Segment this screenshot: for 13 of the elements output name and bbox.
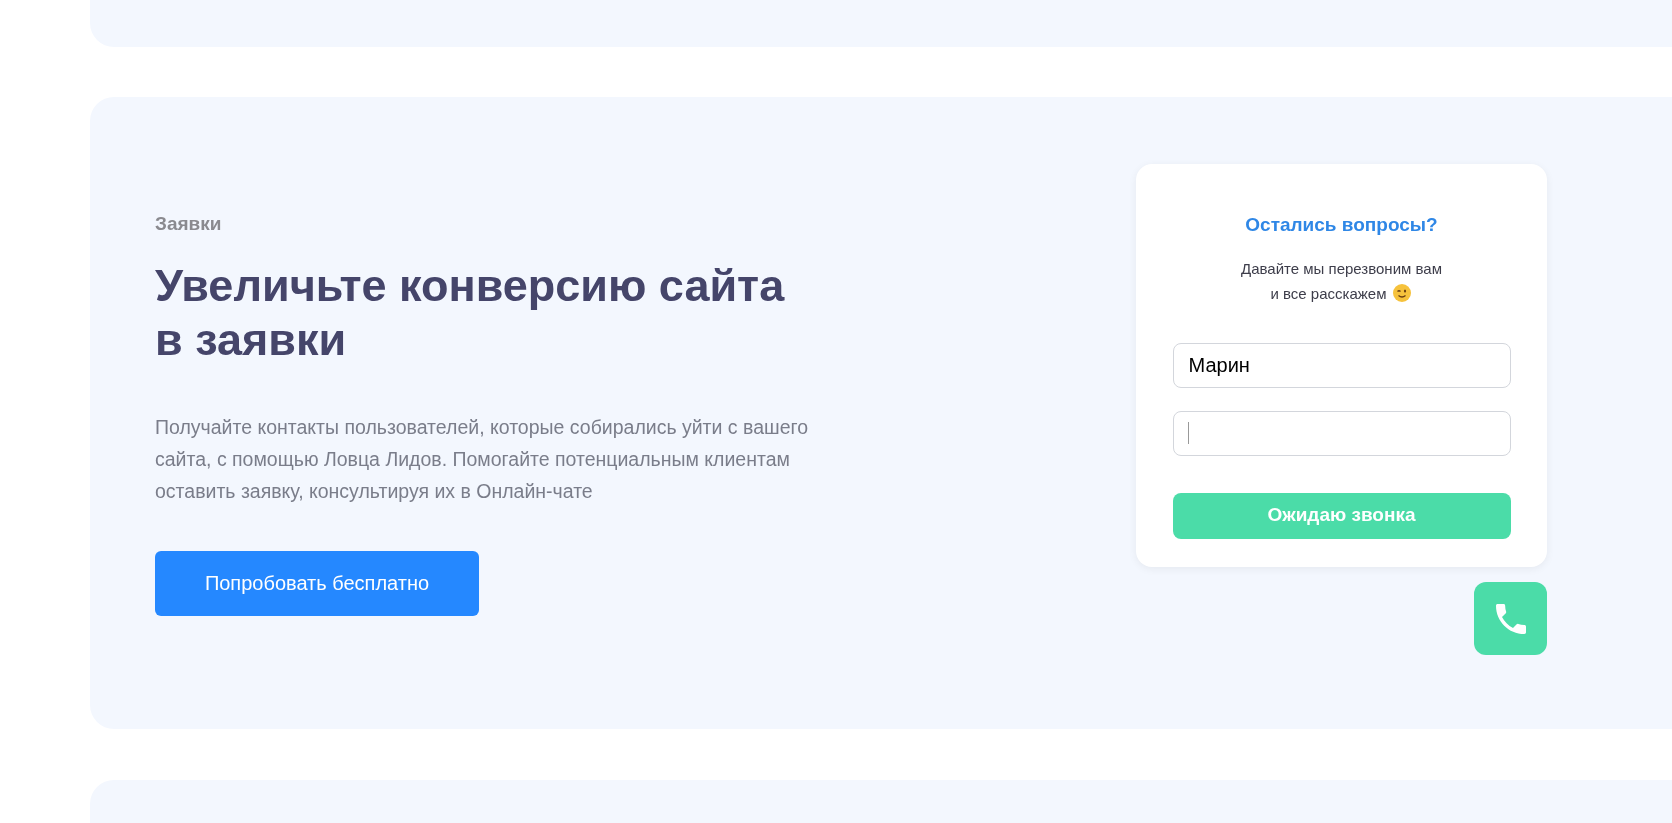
section-label: Заявки	[155, 212, 223, 236]
input-field[interactable]: Марин	[1172, 342, 1511, 388]
request-call-button[interactable]: Ожидаю звонка	[1172, 492, 1511, 539]
section-description: Получайте контакты пользователей, которые собирались уйти с вашего сайта, с помощью Ловца Лидов. Помогайте потенциальным клиентам оставить заявку, консультируя их в Онлайн-чате	[155, 414, 810, 504]
text-cursor	[1187, 421, 1189, 444]
form-title: Остались вопросы?	[1245, 213, 1438, 237]
winking-face-icon	[1392, 283, 1413, 303]
try-free-button[interactable]: Попробовать бесплатно	[155, 550, 479, 616]
input-field[interactable]	[1172, 410, 1511, 456]
form-subtitle-line: Давайте мы перезвоним вам	[1241, 258, 1442, 279]
form-subtitle-line: и все расскажем	[1270, 283, 1387, 304]
section-heading: Увеличьте конверсию сайта в заявки	[155, 258, 786, 367]
phone-button[interactable]	[1474, 582, 1547, 655]
